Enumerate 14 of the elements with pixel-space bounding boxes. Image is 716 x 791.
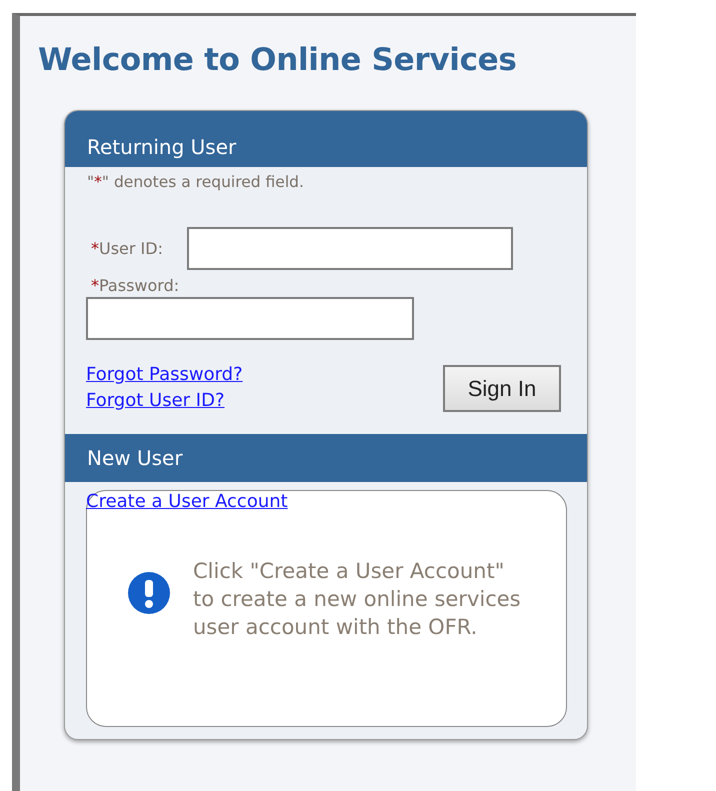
password-field[interactable] [86,297,414,340]
section-header: New User [65,434,587,482]
sign-in-button[interactable]: Sign In [443,365,561,412]
input-field[interactable] [186,227,513,270]
link[interactable]: Forgot Password? [86,362,243,388]
link[interactable]: Create a User Account [86,491,288,513]
required-note: "*" denotes a required field. [87,173,304,191]
section-header: Returning User [65,111,587,167]
link[interactable]: Forgot User ID? [86,388,224,414]
page-title: Welcome to Online Services [38,42,518,78]
field-label: *User ID: [91,239,163,258]
exclamation-icon [127,571,171,615]
field-label: *Password: [91,276,180,295]
info-message: Click "Create a User Account" to create a new online services user account with the OFR. [193,559,521,639]
